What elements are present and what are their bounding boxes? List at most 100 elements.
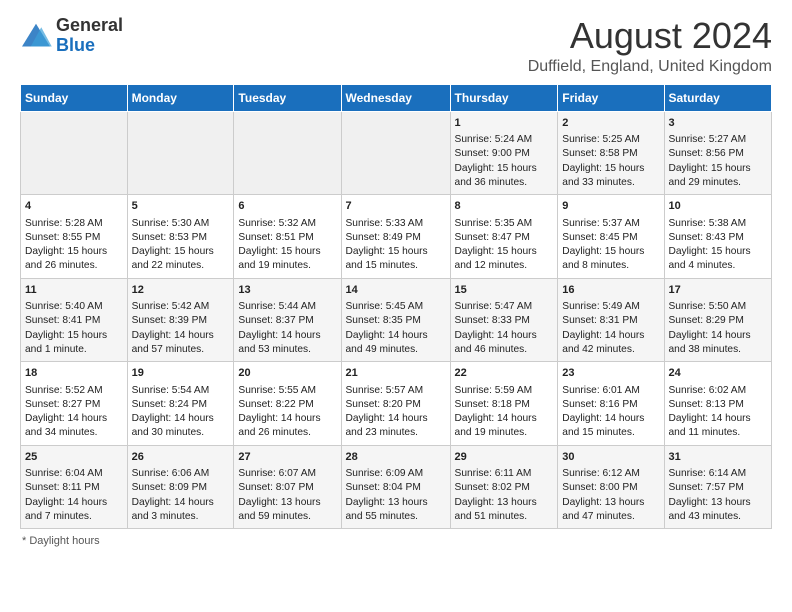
logo: General Blue	[20, 16, 123, 56]
cell-line: Daylight: 15 hours and 19 minutes.	[238, 245, 336, 274]
day-number: 24	[669, 366, 768, 381]
calendar-cell: 26Sunrise: 6:06 AMSunset: 8:09 PMDayligh…	[127, 445, 234, 529]
cell-line: Sunrise: 5:42 AM	[132, 300, 230, 314]
page: General Blue August 2024 Duffield, Engla…	[0, 0, 792, 557]
cell-line: Daylight: 14 hours and 7 minutes.	[25, 496, 123, 525]
cell-line: Sunset: 8:11 PM	[25, 481, 123, 495]
calendar-week-3: 18Sunrise: 5:52 AMSunset: 8:27 PMDayligh…	[21, 362, 772, 446]
cell-line: Daylight: 13 hours and 47 minutes.	[562, 496, 659, 525]
cell-line: Sunrise: 5:30 AM	[132, 217, 230, 231]
calendar-cell: 19Sunrise: 5:54 AMSunset: 8:24 PMDayligh…	[127, 362, 234, 446]
cell-line: Sunrise: 5:33 AM	[346, 217, 446, 231]
cell-line: Sunset: 8:13 PM	[669, 398, 768, 412]
cell-line: Daylight: 15 hours and 33 minutes.	[562, 162, 659, 191]
day-number: 6	[238, 199, 336, 214]
logo-text: General Blue	[56, 16, 123, 56]
cell-line: Daylight: 14 hours and 23 minutes.	[346, 412, 446, 441]
cell-line: Sunset: 8:07 PM	[238, 481, 336, 495]
cell-line: Sunrise: 6:06 AM	[132, 467, 230, 481]
calendar-cell: 11Sunrise: 5:40 AMSunset: 8:41 PMDayligh…	[21, 278, 128, 362]
cell-line: Sunset: 8:20 PM	[346, 398, 446, 412]
calendar-cell: 3Sunrise: 5:27 AMSunset: 8:56 PMDaylight…	[664, 111, 772, 195]
cell-line: Daylight: 14 hours and 30 minutes.	[132, 412, 230, 441]
calendar-cell: 9Sunrise: 5:37 AMSunset: 8:45 PMDaylight…	[558, 195, 664, 279]
calendar-cell: 5 Sunrise: 5:30 AMSunset: 8:53 PMDaylight…	[127, 195, 234, 279]
cell-line: Sunset: 8:00 PM	[562, 481, 659, 495]
logo-blue: Blue	[56, 35, 95, 55]
cell-line: Sunset: 8:55 PM	[25, 231, 123, 245]
day-number: 11	[25, 283, 123, 298]
cell-line: Sunset: 8:43 PM	[669, 231, 768, 245]
cell-line: Sunset: 8:51 PM	[238, 231, 336, 245]
day-number: 20	[238, 366, 336, 381]
cell-line: Daylight: 14 hours and 42 minutes.	[562, 329, 659, 358]
calendar-cell: 23Sunrise: 6:01 AMSunset: 8:16 PMDayligh…	[558, 362, 664, 446]
cell-line: Sunset: 9:00 PM	[455, 147, 554, 161]
day-number: 2	[562, 116, 659, 131]
cell-line: Sunrise: 5:55 AM	[238, 384, 336, 398]
cell-line: Daylight: 15 hours and 29 minutes.	[669, 162, 768, 191]
calendar-table: Sunday Monday Tuesday Wednesday Thursday…	[20, 84, 772, 530]
cell-line: Sunset: 8:49 PM	[346, 231, 446, 245]
cell-line: Daylight: 14 hours and 49 minutes.	[346, 329, 446, 358]
cell-line: Sunset: 8:47 PM	[455, 231, 554, 245]
cell-line: Sunset: 8:33 PM	[455, 314, 554, 328]
cell-line: Sunset: 8:22 PM	[238, 398, 336, 412]
calendar-cell: 27Sunrise: 6:07 AMSunset: 8:07 PMDayligh…	[234, 445, 341, 529]
calendar-cell: 6Sunrise: 5:32 AMSunset: 8:51 PMDaylight…	[234, 195, 341, 279]
day-number: 21	[346, 366, 446, 381]
day-number: 26	[132, 450, 230, 465]
day-number: 10	[669, 199, 768, 214]
calendar-cell: 13Sunrise: 5:44 AMSunset: 8:37 PMDayligh…	[234, 278, 341, 362]
cell-line: Daylight: 15 hours and 22 minutes.	[132, 245, 230, 274]
cell-line: Sunrise: 5:27 AM	[669, 133, 768, 147]
calendar-week-1: 4 Sunrise: 5:28 AMSunset: 8:55 PM Daylight…	[21, 195, 772, 279]
cell-line: Daylight: 14 hours and 57 minutes.	[132, 329, 230, 358]
cell-line: Sunset: 8:58 PM	[562, 147, 659, 161]
cell-line: Daylight: 14 hours and 26 minutes.	[238, 412, 336, 441]
day-number: 28	[346, 450, 446, 465]
calendar-cell: 30Sunrise: 6:12 AMSunset: 8:00 PMDayligh…	[558, 445, 664, 529]
calendar-cell: 2Sunrise: 5:25 AMSunset: 8:58 PMDaylight…	[558, 111, 664, 195]
day-number: 23	[562, 366, 659, 381]
day-number: 12	[132, 283, 230, 298]
day-number: 22	[455, 366, 554, 381]
calendar-cell: 8Sunrise: 5:35 AMSunset: 8:47 PMDaylight…	[450, 195, 558, 279]
calendar-cell: 15Sunrise: 5:47 AMSunset: 8:33 PMDayligh…	[450, 278, 558, 362]
main-title: August 2024	[528, 16, 772, 56]
calendar-cell: 28Sunrise: 6:09 AMSunset: 8:04 PMDayligh…	[341, 445, 450, 529]
title-block: August 2024 Duffield, England, United Ki…	[528, 16, 772, 76]
cell-line: Sunrise: 5:24 AM	[455, 133, 554, 147]
cell-line: Sunrise: 6:02 AM	[669, 384, 768, 398]
calendar-cell: 24Sunrise: 6:02 AMSunset: 8:13 PMDayligh…	[664, 362, 772, 446]
cell-line: Sunrise: 6:12 AM	[562, 467, 659, 481]
cell-line: Sunset: 8:45 PM	[562, 231, 659, 245]
cell-line: Daylight: 14 hours and 46 minutes.	[455, 329, 554, 358]
cell-line: Sunset: 8:39 PM	[132, 314, 230, 328]
calendar-week-4: 25Sunrise: 6:04 AMSunset: 8:11 PMDayligh…	[21, 445, 772, 529]
logo-general: General	[56, 15, 123, 35]
cell-line: Sunrise: 5:57 AM	[346, 384, 446, 398]
cell-line: Sunset: 8:35 PM	[346, 314, 446, 328]
cell-line: Daylight: 13 hours and 59 minutes.	[238, 496, 336, 525]
cell-line: Sunrise: 6:09 AM	[346, 467, 446, 481]
cell-line: Sunrise: 5:28 AM	[25, 217, 123, 231]
cell-line: Daylight: 15 hours and 12 minutes.	[455, 245, 554, 274]
col-friday: Friday	[558, 84, 664, 111]
day-number: 4	[25, 199, 123, 214]
day-number: 5	[132, 199, 230, 214]
day-number: 17	[669, 283, 768, 298]
calendar-cell: 20 Sunrise: 5:55 AMSunset: 8:22 PMDayligh…	[234, 362, 341, 446]
col-wednesday: Wednesday	[341, 84, 450, 111]
day-number: 19	[132, 366, 230, 381]
cell-line: Sunrise: 6:01 AM	[562, 384, 659, 398]
calendar-week-0: 1Sunrise: 5:24 AMSunset: 9:00 PMDaylight…	[21, 111, 772, 195]
day-number: 13	[238, 283, 336, 298]
day-number: 7	[346, 199, 446, 214]
cell-line: Daylight: 15 hours and 15 minutes.	[346, 245, 446, 274]
cell-line: Sunrise: 5:37 AM	[562, 217, 659, 231]
calendar-cell	[127, 111, 234, 195]
cell-line: Sunset: 8:53 PM	[132, 231, 230, 245]
cell-line: Sunset: 8:29 PM	[669, 314, 768, 328]
cell-line: Sunset: 7:57 PM	[669, 481, 768, 495]
